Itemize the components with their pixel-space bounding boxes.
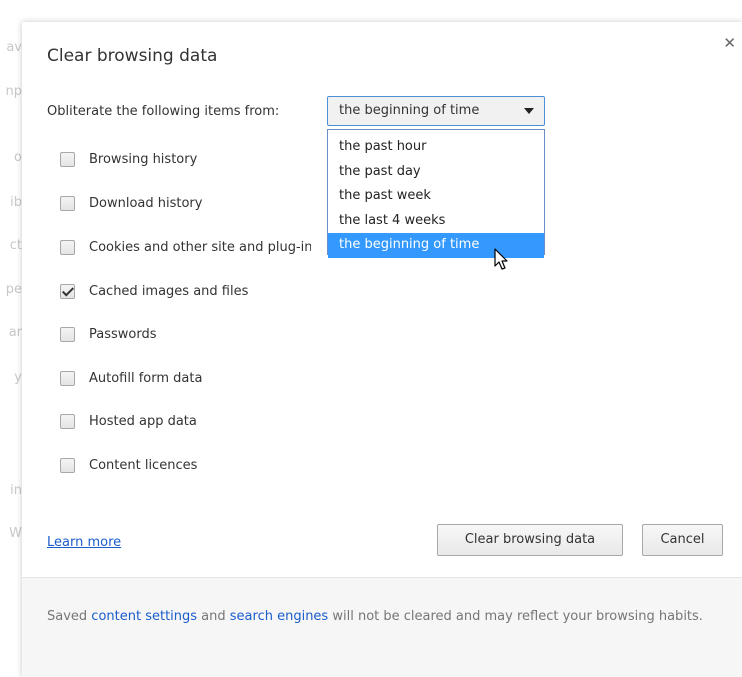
background-text: in: [10, 483, 22, 498]
cookies-checkbox[interactable]: [60, 239, 75, 255]
checkbox-label: Content licences: [89, 457, 198, 473]
clear-browsing-data-button[interactable]: Clear browsing data: [437, 524, 623, 556]
time-range-selected-value: the beginning of time: [339, 103, 480, 118]
checkbox-row-passwords[interactable]: Passwords: [60, 324, 157, 344]
learn-more-link[interactable]: Learn more: [47, 535, 121, 550]
mouse-cursor-icon: [494, 248, 508, 270]
footer-text-suffix: will not be cleared and may reflect your…: [328, 609, 703, 624]
checkbox-row-hosted-app-data[interactable]: Hosted app data: [60, 411, 197, 431]
clear-browsing-data-dialog: ✕ Clear browsing data Obliterate the fol…: [22, 22, 742, 677]
content-settings-link[interactable]: content settings: [91, 609, 197, 624]
checkbox-row-autofill[interactable]: Autofill form data: [60, 368, 202, 388]
checkbox-row-cookies[interactable]: Cookies and other site and plug-in data: [60, 237, 311, 257]
page: av np o ib ct pe ar y in W ✕ Clear brows…: [0, 0, 742, 677]
chevron-down-icon: [524, 108, 534, 114]
hosted-app-data-checkbox[interactable]: [60, 413, 75, 429]
background-text: np: [5, 84, 23, 99]
background-text: o: [14, 150, 22, 165]
checkbox-label: Cookies and other site and plug-in data: [89, 239, 311, 255]
footer-note: Saved content settings and search engine…: [47, 604, 707, 629]
time-range-select[interactable]: the beginning of time: [327, 96, 545, 126]
checkbox-row-content-licences[interactable]: Content licences: [60, 455, 197, 475]
time-range-dropdown: the past hour the past day the past week…: [327, 129, 545, 258]
time-range-label: Obliterate the following items from:: [47, 104, 280, 119]
passwords-checkbox[interactable]: [60, 326, 75, 342]
autofill-checkbox[interactable]: [60, 370, 75, 386]
footer-text-middle: and: [197, 609, 230, 624]
dialog-footer: Saved content settings and search engine…: [22, 577, 742, 677]
time-range-option-beginning-of-time[interactable]: the beginning of time: [328, 233, 544, 258]
checkbox-row-download-history[interactable]: Download history: [60, 193, 202, 213]
content-licences-checkbox[interactable]: [60, 457, 75, 473]
close-icon[interactable]: ✕: [723, 34, 736, 52]
background-text: W: [9, 526, 22, 541]
checkbox-row-cached-images[interactable]: Cached images and files: [60, 281, 248, 301]
time-range-option-past-week[interactable]: the past week: [328, 184, 544, 209]
checkbox-label: Browsing history: [89, 151, 198, 167]
cached-images-checkbox[interactable]: [60, 283, 75, 299]
footer-text-prefix: Saved: [47, 609, 92, 624]
search-engines-link[interactable]: search engines: [230, 609, 328, 624]
background-text: ct: [9, 238, 22, 253]
cancel-button[interactable]: Cancel: [642, 524, 723, 556]
background-text: pe: [5, 282, 22, 297]
background-text: ib: [10, 195, 22, 210]
download-history-checkbox[interactable]: [60, 195, 75, 211]
checkbox-label: Autofill form data: [89, 370, 203, 386]
checkbox-label: Download history: [89, 195, 203, 211]
background-text: ar: [8, 325, 22, 340]
dialog-title: Clear browsing data: [47, 46, 218, 66]
checkbox-label: Cached images and files: [89, 283, 249, 299]
background-text: y: [14, 370, 22, 385]
checkbox-row-browsing-history[interactable]: Browsing history: [60, 149, 197, 169]
time-range-option-last-4-weeks[interactable]: the last 4 weeks: [328, 209, 544, 234]
checkbox-label: Passwords: [89, 326, 157, 342]
background-text: av: [6, 40, 22, 55]
checkbox-label: Hosted app data: [89, 413, 197, 429]
time-range-option-past-day[interactable]: the past day: [328, 160, 544, 185]
browsing-history-checkbox[interactable]: [60, 151, 75, 167]
time-range-option-past-hour[interactable]: the past hour: [328, 135, 544, 160]
